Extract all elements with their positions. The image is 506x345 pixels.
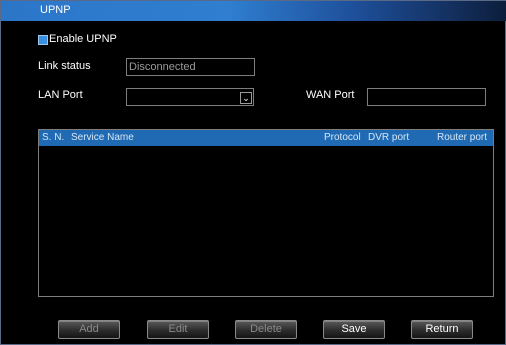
chevron-down-icon[interactable]: ⌄ (240, 92, 252, 104)
title-bar: UPNP (1, 1, 506, 21)
table-header: S. N. Service Name Protocol DVR port Rou… (39, 130, 493, 146)
add-button[interactable]: Add (58, 320, 120, 339)
link-status-label: Link status (38, 60, 91, 72)
wan-port-label: WAN Port (306, 89, 355, 101)
lan-port-label: LAN Port (38, 89, 83, 101)
link-status-field: Disconnected (126, 58, 255, 76)
column-dvr-port: DVR port (368, 132, 410, 143)
column-protocol: Protocol (324, 132, 361, 143)
return-button[interactable]: Return (411, 320, 473, 339)
column-sn: S. N. (42, 132, 65, 143)
upnp-dialog: UPNP Enable UPNP Link status Disconnecte… (0, 0, 506, 345)
lan-port-select[interactable] (126, 88, 254, 106)
wan-port-input[interactable] (367, 88, 486, 106)
column-service-name: Service Name (71, 132, 134, 143)
column-router-port: Router port (437, 132, 488, 143)
delete-button[interactable]: Delete (235, 320, 297, 339)
edit-button[interactable]: Edit (147, 320, 209, 339)
service-table: S. N. Service Name Protocol DVR port Rou… (38, 129, 494, 297)
window-title: UPNP (40, 4, 71, 16)
enable-upnp-label[interactable]: Enable UPNP (49, 33, 117, 45)
enable-upnp-checkbox[interactable] (38, 35, 48, 45)
save-button[interactable]: Save (323, 320, 385, 339)
